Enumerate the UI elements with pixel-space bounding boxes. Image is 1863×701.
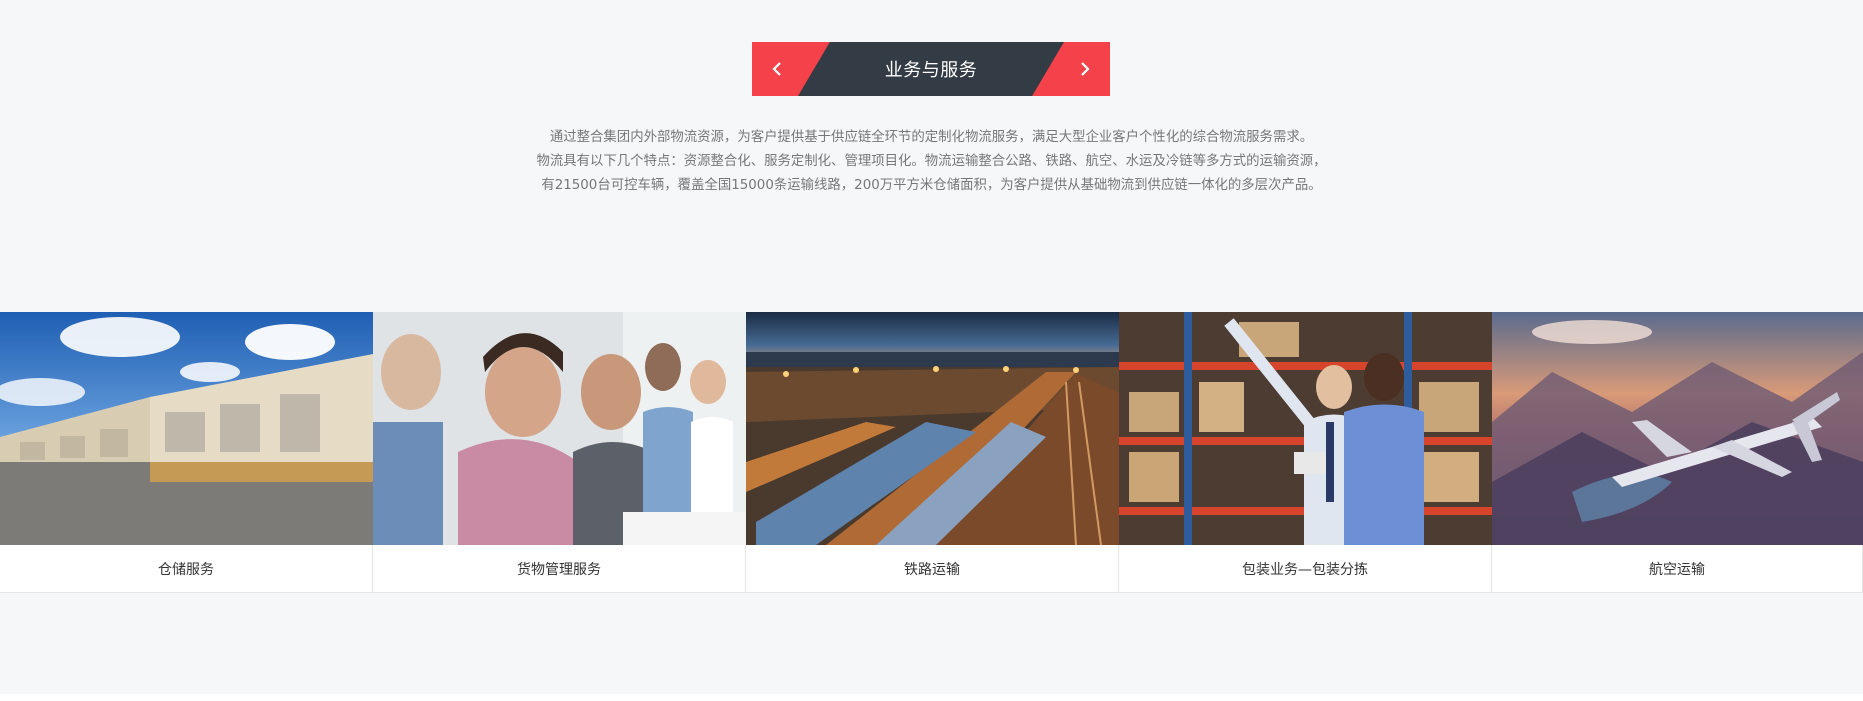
intro-line: 通过整合集团内外部物流资源，为客户提供基于供应链全环节的定制化物流服务，满足大型… (549, 130, 1314, 145)
service-card-label[interactable]: 铁路运输 (746, 545, 1119, 593)
intro-line: 有21500台可控车辆，覆盖全国15000条运输线路，200万平方米仓储面积，为… (541, 178, 1322, 193)
intro-line: 物流具有以下几个特点：资源整合化、服务定制化、管理项目化。物流运输整合公路、铁路… (536, 154, 1327, 169)
service-card-cargo-management[interactable]: 货物管理服务 (373, 312, 746, 593)
rail-yard-photo[interactable] (746, 312, 1119, 545)
service-card-rail-transport[interactable]: 铁路运输 (746, 312, 1119, 593)
service-card-label[interactable]: 仓储服务 (0, 545, 373, 593)
chevron-left-icon (772, 62, 781, 76)
service-card-list: 仓储服务 货物管理服务 铁路运输 包装业务—包装分拣 航空运输 (0, 312, 1863, 593)
service-card-packaging[interactable]: 包装业务—包装分拣 (1119, 312, 1492, 593)
section-title-plate: 业务与服务 (798, 42, 1064, 96)
team-applause-photo[interactable] (373, 312, 746, 545)
service-card-label[interactable]: 航空运输 (1492, 545, 1863, 593)
service-card-label[interactable]: 包装业务—包装分拣 (1119, 545, 1492, 593)
airplane-photo[interactable] (1492, 312, 1863, 545)
service-card-warehouse[interactable]: 仓储服务 (0, 312, 373, 593)
services-section: 业务与服务 通过整合集团内外部物流资源，为客户提供基于供应链全环节的定制化物流服… (0, 0, 1863, 694)
warehouse-photo[interactable] (0, 312, 373, 545)
service-card-air-transport[interactable]: 航空运输 (1492, 312, 1863, 593)
section-title-banner: 业务与服务 (752, 42, 1110, 96)
shelving-inspection-photo[interactable] (1119, 312, 1492, 545)
section-title: 业务与服务 (884, 60, 978, 81)
service-card-label[interactable]: 货物管理服务 (373, 545, 746, 593)
chevron-right-icon (1081, 62, 1090, 76)
intro-text: 通过整合集团内外部物流资源，为客户提供基于供应链全环节的定制化物流服务，满足大型… (380, 126, 1483, 198)
